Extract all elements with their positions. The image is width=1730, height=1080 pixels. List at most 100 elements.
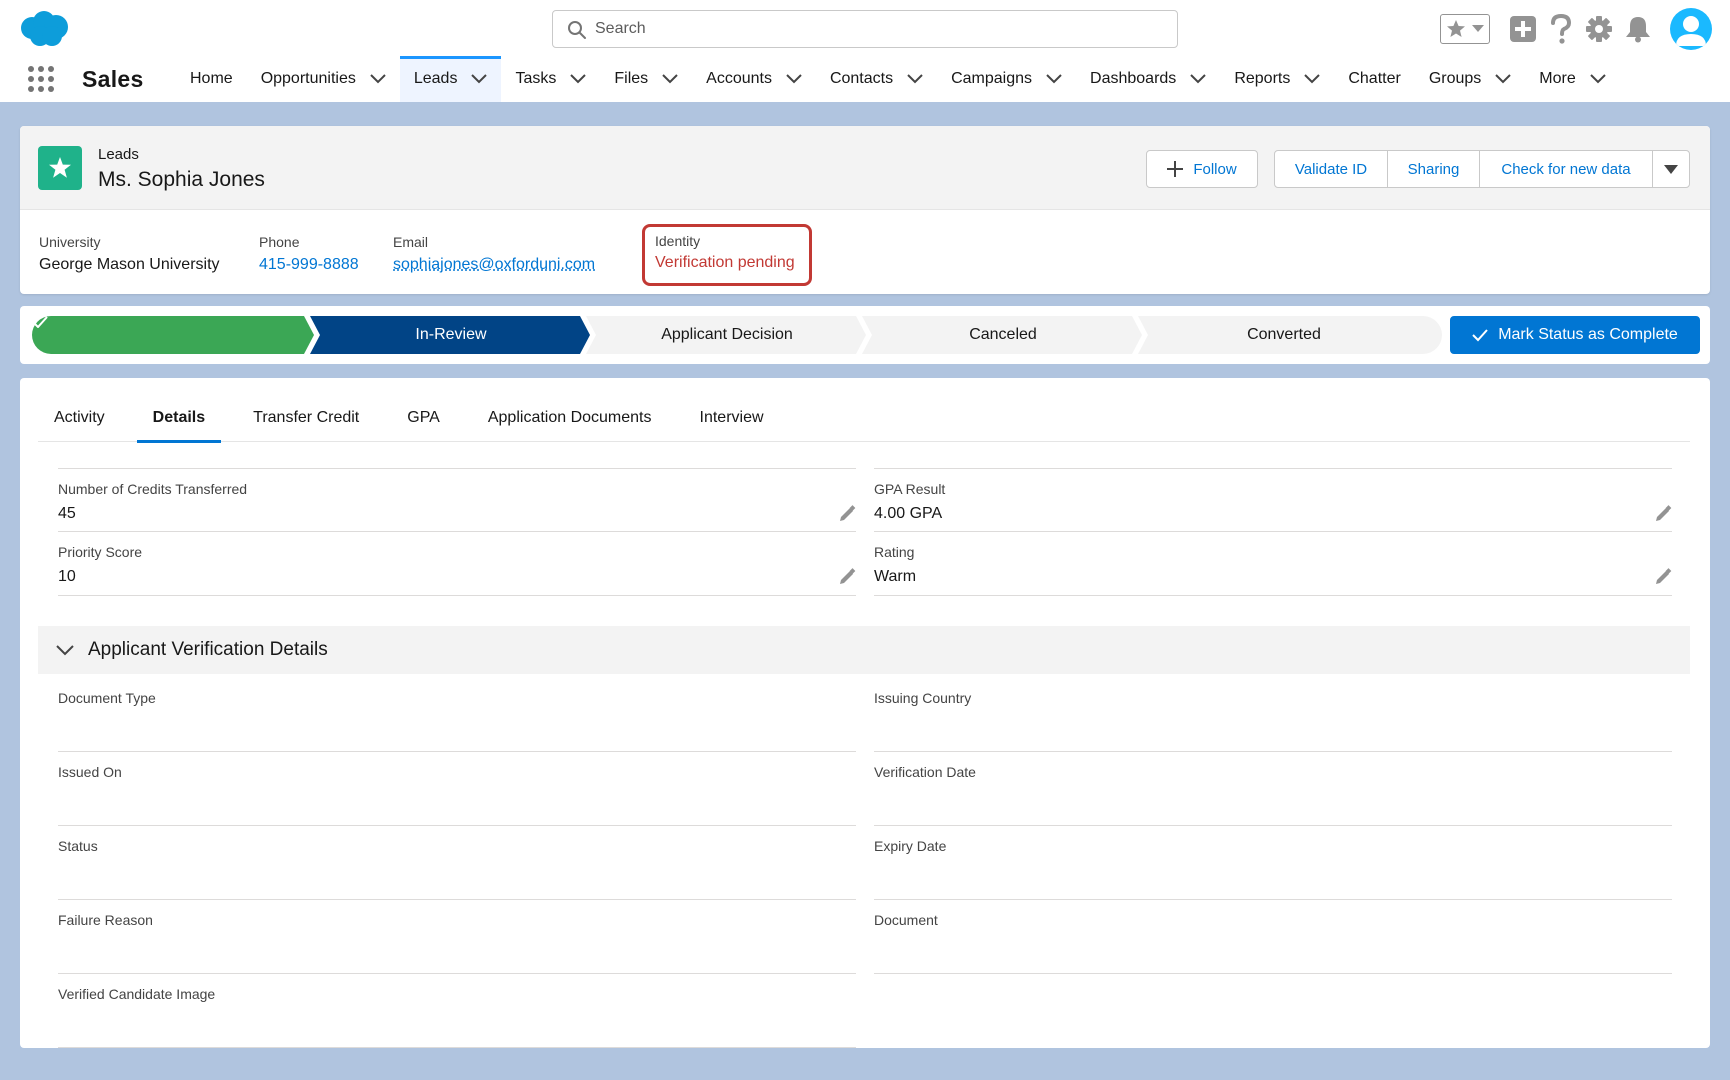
validate-id-button[interactable]: Validate ID — [1274, 150, 1388, 188]
help-icon — [1551, 14, 1572, 44]
nav-item-more[interactable]: More — [1525, 56, 1619, 102]
nav-item-accounts[interactable]: Accounts — [692, 56, 816, 102]
nav-item-label: Campaigns — [951, 70, 1033, 87]
field-label: Issued On — [58, 764, 122, 780]
path-stage-converted[interactable]: Converted — [1144, 316, 1424, 354]
star-icon — [1447, 20, 1465, 37]
chevron-down-icon[interactable] — [1046, 74, 1062, 84]
nav-item-opportunities[interactable]: Opportunities — [247, 56, 400, 102]
credits-transferred-field: Number of Credits Transferred 45 — [58, 468, 856, 532]
gear-icon — [1586, 16, 1612, 42]
nav-item-campaigns[interactable]: Campaigns — [937, 56, 1076, 102]
chevron-down-icon[interactable] — [907, 74, 923, 84]
chevron-down-icon[interactable] — [570, 74, 587, 84]
email-link[interactable]: sophiajones@oxforduni.com — [393, 256, 595, 274]
field-value: Warm — [874, 568, 917, 585]
app-launcher-icon[interactable] — [28, 66, 54, 92]
field-label: Number of Credits Transferred — [58, 481, 248, 497]
status-field: Status — [58, 826, 856, 900]
nav-item-label: More — [1539, 70, 1576, 87]
check-new-data-button[interactable]: Check for new data — [1479, 150, 1653, 188]
path-card: In-Review Applicant Decision Canceled Co… — [20, 306, 1710, 364]
gpa-result-field: GPA Result 4.00 GPA — [874, 468, 1672, 532]
pencil-icon[interactable] — [1654, 568, 1672, 586]
chevron-down-icon[interactable] — [1304, 74, 1321, 84]
field-label: Status — [58, 838, 98, 854]
nav-item-label: Reports — [1234, 70, 1291, 87]
chevron-down-icon[interactable] — [1590, 74, 1606, 84]
pencil-icon[interactable] — [1654, 505, 1672, 523]
email-field: Email sophiajones@oxforduni.com — [393, 234, 595, 274]
tab-interview[interactable]: Interview — [684, 394, 780, 442]
salesforce-logo-icon[interactable] — [18, 10, 70, 48]
chevron-down-icon[interactable] — [1190, 74, 1207, 84]
field-label: Verified Candidate Image — [58, 986, 216, 1002]
university-label: University — [39, 234, 101, 250]
path-stage-in-review[interactable]: In-Review — [316, 316, 586, 354]
pencil-icon[interactable] — [838, 568, 856, 586]
lead-icon — [38, 146, 82, 190]
nav-item-chatter[interactable]: Chatter — [1334, 56, 1414, 102]
check-new-data-label: Check for new data — [1501, 160, 1631, 178]
chevron-down-icon[interactable] — [662, 74, 678, 84]
app-name: Sales — [82, 66, 144, 92]
bell-icon — [1626, 17, 1650, 43]
details-card: Activity Details Transfer Credit GPA App… — [20, 378, 1710, 1048]
plus-square-icon — [1510, 16, 1536, 42]
chevron-down-icon[interactable] — [370, 74, 386, 84]
tab-details[interactable]: Details — [136, 394, 222, 443]
nav-item-groups[interactable]: Groups — [1415, 56, 1525, 102]
failure-reason-field: Failure Reason — [58, 900, 856, 974]
tab-transfer-credit[interactable]: Transfer Credit — [237, 394, 375, 442]
chevron-down-icon[interactable] — [471, 74, 488, 84]
nav-item-label: Files — [614, 70, 649, 87]
field-label: Priority Score — [58, 544, 143, 560]
applicant-verification-section-header[interactable]: Applicant Verification Details — [38, 626, 1690, 674]
more-actions-button[interactable] — [1652, 150, 1690, 188]
expiry-date-field: Expiry Date — [874, 826, 1672, 900]
field-label: Rating — [874, 544, 915, 560]
follow-label: Follow — [1193, 160, 1237, 178]
nav-item-dashboards[interactable]: Dashboards — [1076, 56, 1220, 102]
field-value: 4.00 GPA — [874, 505, 943, 522]
section-title: Applicant Verification Details — [88, 639, 328, 660]
tab-gpa[interactable]: GPA — [391, 394, 456, 442]
search-input[interactable] — [595, 17, 1155, 41]
nav-item-home[interactable]: Home — [176, 56, 247, 102]
nav-item-label: Tasks — [515, 70, 557, 87]
issuing-country-field: Issuing Country — [874, 678, 1672, 752]
mark-status-complete-button[interactable]: Mark Status as Complete — [1450, 316, 1700, 354]
tab-activity[interactable]: Activity — [38, 394, 121, 442]
path-stage-completed[interactable] — [32, 316, 312, 354]
nav-item-reports[interactable]: Reports — [1220, 56, 1334, 102]
phone-link[interactable]: 415-999-8888 — [259, 256, 359, 274]
tab-application-documents[interactable]: Application Documents — [472, 394, 668, 442]
global-add-button[interactable] — [1508, 12, 1538, 46]
follow-button[interactable]: Follow — [1146, 150, 1258, 188]
path-stage-canceled[interactable]: Canceled — [868, 316, 1138, 354]
nav-item-contacts[interactable]: Contacts — [816, 56, 937, 102]
lead-star-icon — [49, 157, 71, 178]
chevron-down-icon[interactable] — [1495, 74, 1511, 84]
pencil-icon[interactable] — [838, 505, 856, 523]
global-search[interactable] — [552, 10, 1178, 48]
record-header: Leads Ms. Sophia Jones Follow Validate I… — [20, 126, 1710, 294]
sharing-label: Sharing — [1407, 160, 1460, 178]
verified-candidate-image-field: Verified Candidate Image — [58, 974, 856, 1048]
nav-item-label: Leads — [413, 70, 458, 87]
email-label: Email — [393, 234, 429, 250]
sharing-button[interactable]: Sharing — [1387, 150, 1480, 188]
notifications-button[interactable] — [1622, 12, 1654, 46]
favorites-button[interactable] — [1440, 14, 1490, 44]
setup-button[interactable] — [1584, 12, 1614, 46]
help-button[interactable] — [1546, 12, 1576, 46]
nav-item-files[interactable]: Files — [600, 56, 692, 102]
nav-item-label: Dashboards — [1090, 70, 1177, 87]
user-avatar-button[interactable] — [1670, 8, 1712, 50]
nav-item-tasks[interactable]: Tasks — [501, 56, 600, 102]
chevron-down-icon[interactable] — [786, 74, 802, 84]
path-stage-applicant-decision[interactable]: Applicant Decision — [592, 316, 862, 354]
record-header-top: Leads Ms. Sophia Jones Follow Validate I… — [20, 126, 1710, 210]
nav-item-leads[interactable]: Leads — [399, 56, 502, 102]
nav-item-label: Groups — [1428, 70, 1482, 87]
